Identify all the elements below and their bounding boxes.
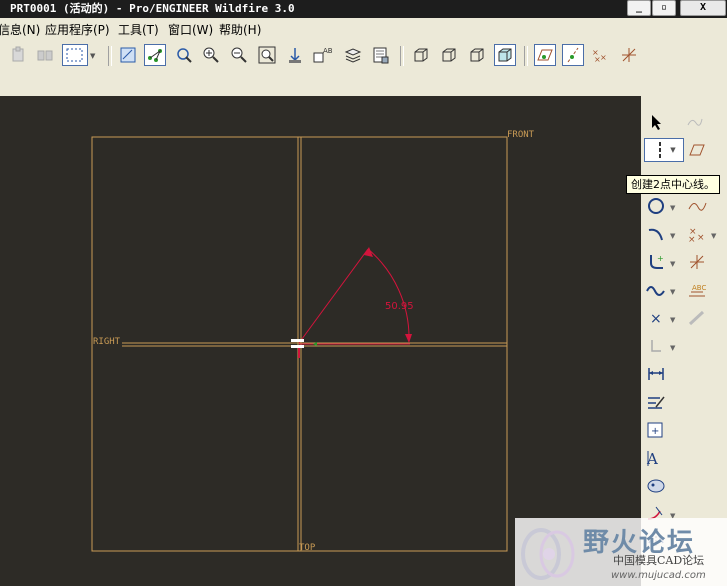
datum-point-display-icon[interactable]: × × × xyxy=(590,44,612,66)
main-toolbar: ▼ AB × × × xyxy=(0,40,727,72)
sketch-toolbar: ▼ ▼ ▼ × × × ▼ + ▼ ▼ ABC × ▼ ▼ + A ▼ xyxy=(641,96,727,586)
svg-text:×: × xyxy=(688,235,696,243)
select-arrow-icon[interactable] xyxy=(644,110,668,134)
model-tree-icon[interactable] xyxy=(370,44,392,66)
wireframe-icon[interactable] xyxy=(410,44,432,66)
datum-point-dropdown-icon[interactable]: ▼ xyxy=(711,232,716,240)
graphics-window[interactable]: FRONT RIGHT TOP 50.95 xyxy=(0,96,641,586)
no-hidden-icon[interactable] xyxy=(466,44,488,66)
toolbar-separator xyxy=(524,46,528,66)
display-vertices-icon[interactable] xyxy=(144,44,166,66)
svg-text:AB: AB xyxy=(323,47,333,55)
selection-highlight xyxy=(291,345,304,348)
menu-applications[interactable]: 应用程序(P) xyxy=(45,20,110,40)
constraints-icon[interactable]: + xyxy=(644,418,668,442)
svg-text:ABC: ABC xyxy=(692,284,706,292)
coordinate-system-icon[interactable] xyxy=(685,250,709,274)
minimize-button[interactable]: _ xyxy=(627,0,651,16)
watermark-url: www.mujucad.com xyxy=(611,570,706,581)
palette-icon[interactable]: ABC xyxy=(685,278,709,302)
modify-icon[interactable] xyxy=(644,390,668,414)
angle-dimension-arc[interactable] xyxy=(367,248,410,342)
svg-text:×: × xyxy=(650,311,662,326)
title-bar: PRT0001 (活动的) - Pro/ENGINEER Wildfire 3.… xyxy=(0,0,727,18)
toolbar-separator xyxy=(400,46,404,66)
coordinate-system-display-icon[interactable] xyxy=(618,44,640,66)
svg-text:×: × xyxy=(594,55,601,64)
menu-info[interactable]: 信息(N) xyxy=(0,20,40,40)
selection-highlight xyxy=(291,339,304,342)
dimension-icon[interactable] xyxy=(644,362,668,386)
datum-axis-display-icon[interactable] xyxy=(562,44,584,66)
restore-button[interactable]: ▫ xyxy=(652,0,676,16)
centerline-dropdown-icon[interactable]: ▼ xyxy=(670,146,675,154)
use-edge-dropdown-icon[interactable]: ▼ xyxy=(670,344,675,352)
spline-disabled-icon[interactable] xyxy=(683,110,707,134)
close-button[interactable]: X xyxy=(680,0,726,16)
menu-window[interactable]: 窗口(W) xyxy=(168,20,213,40)
svg-text:×: × xyxy=(600,53,607,62)
arc-dropdown-icon[interactable]: ▼ xyxy=(670,232,675,240)
datum-label-front: FRONT xyxy=(507,130,535,140)
datum-plane-display-icon[interactable] xyxy=(534,44,556,66)
circle-icon[interactable] xyxy=(644,194,668,218)
fillet-dropdown-icon[interactable]: ▼ xyxy=(670,260,675,268)
svg-text:+: + xyxy=(657,254,664,263)
text-icon[interactable]: A xyxy=(644,446,668,470)
datum-label-right: RIGHT xyxy=(93,337,121,347)
refit-icon[interactable] xyxy=(256,44,278,66)
toolbar-separator xyxy=(108,46,112,66)
point-icon[interactable]: × xyxy=(644,306,668,330)
window-title: PRT0001 (活动的) - Pro/ENGINEER Wildfire 3.… xyxy=(10,2,295,15)
use-edge-disabled-icon[interactable] xyxy=(685,306,709,330)
selection-box-icon[interactable] xyxy=(62,44,88,66)
circle-dropdown-icon[interactable]: ▼ xyxy=(670,204,675,212)
menu-tools[interactable]: 工具(T) xyxy=(118,20,159,40)
layers-icon[interactable] xyxy=(342,44,364,66)
angle-dimension-value[interactable]: 50.95 xyxy=(385,301,414,312)
view-manager-icon[interactable]: AB xyxy=(312,44,334,66)
shading-icon[interactable] xyxy=(494,44,516,66)
paste-icon[interactable] xyxy=(8,44,30,66)
regenerate-icon[interactable] xyxy=(34,44,56,66)
constraints-display-icon[interactable] xyxy=(173,44,195,66)
svg-text:+: + xyxy=(651,426,659,437)
selection-dropdown-icon[interactable]: ▼ xyxy=(90,52,95,60)
spline-dropdown-icon[interactable]: ▼ xyxy=(670,288,675,296)
parallelogram-icon[interactable] xyxy=(685,138,709,162)
zoom-in-icon[interactable] xyxy=(200,44,222,66)
use-edge-icon[interactable] xyxy=(644,334,668,358)
menu-bar: 信息(N) 应用程序(P) 工具(T) 窗口(W) 帮助(H) xyxy=(0,20,727,40)
reorient-icon[interactable] xyxy=(284,44,306,66)
datum-label-top: TOP xyxy=(299,543,316,553)
centerline-button[interactable]: ▼ xyxy=(644,138,684,162)
sketcher-palette-icon[interactable] xyxy=(644,474,668,498)
centerline-tooltip: 创建2点中心线。 xyxy=(626,175,720,194)
fillet-icon[interactable]: + xyxy=(644,250,668,274)
watermark-logo-icon xyxy=(521,528,575,580)
zoom-out-icon[interactable] xyxy=(228,44,250,66)
sketch-view-icon[interactable] xyxy=(117,44,139,66)
watermark-subtitle: 中国模具CAD论坛 xyxy=(613,554,705,567)
menu-help[interactable]: 帮助(H) xyxy=(219,20,261,40)
forum-watermark: 野火论坛 中国模具CAD论坛 www.mujucad.com xyxy=(515,518,727,586)
datum-point-icon[interactable]: × × × xyxy=(685,222,709,246)
spline-icon[interactable] xyxy=(644,278,668,302)
hidden-line-icon[interactable] xyxy=(438,44,460,66)
sketch-line-angled[interactable] xyxy=(298,248,369,344)
curve-icon[interactable] xyxy=(685,194,709,218)
point-dropdown-icon[interactable]: ▼ xyxy=(670,316,675,324)
svg-text:×: × xyxy=(697,233,705,243)
arc-icon[interactable] xyxy=(644,222,668,246)
dimension-arrowhead xyxy=(405,334,412,343)
